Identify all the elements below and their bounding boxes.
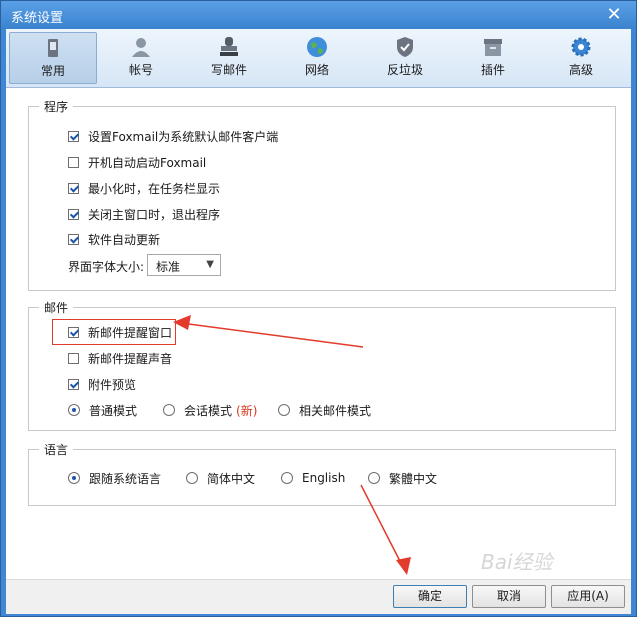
tab-account[interactable]: 帐号 (97, 32, 185, 84)
checkbox[interactable] (68, 352, 79, 364)
settings-content: 程序 设置Foxmail为系统默认邮件客户端 开机自动启动Foxmail 最小化… (6, 88, 631, 579)
option-autostart[interactable]: 开机自动启动Foxmail (68, 153, 206, 171)
radio-english[interactable]: English (281, 469, 345, 487)
option-label: 开机自动启动Foxmail (88, 155, 207, 170)
title-bar: 系统设置 ✕ (1, 1, 636, 29)
apply-button[interactable]: 应用(A) (551, 585, 625, 608)
radio[interactable] (278, 404, 290, 416)
group-title: 程序 (39, 98, 74, 115)
radio[interactable] (163, 404, 175, 416)
radio[interactable] (368, 472, 380, 484)
checkbox[interactable] (68, 130, 79, 142)
settings-window: 系统设置 ✕ 常用 帐号 写邮件 网络 反垃圾 插件 高级 程序 设置Foxma… (0, 0, 637, 617)
option-new-mail-popup[interactable]: 新邮件提醒窗口 (68, 323, 172, 341)
option-attachment-preview[interactable]: 附件预览 (68, 375, 136, 393)
option-label: 普通模式 (89, 403, 138, 418)
option-label: 最小化时，在任务栏显示 (88, 181, 221, 196)
radio-normal-mode[interactable]: 普通模式 (68, 401, 137, 419)
tab-general[interactable]: 常用 (9, 32, 97, 84)
checkbox[interactable] (68, 326, 79, 338)
radio-follow-system[interactable]: 跟随系统语言 (68, 469, 161, 487)
option-label: 新邮件提醒窗口 (88, 325, 173, 340)
option-label: 会话模式 (184, 403, 233, 418)
chevron-down-icon: ▼ (206, 259, 214, 270)
radio[interactable] (68, 404, 80, 416)
option-label: 软件自动更新 (88, 232, 161, 247)
tab-label: 常用 (40, 64, 65, 78)
tab-plugins[interactable]: 插件 (449, 32, 537, 84)
watermark: Bai经验 (481, 550, 553, 574)
tab-label: 插件 (480, 63, 505, 77)
tab-compose[interactable]: 写邮件 (185, 32, 273, 84)
checkbox[interactable] (68, 156, 79, 168)
checkbox[interactable] (68, 233, 79, 245)
group-title: 语言 (39, 441, 74, 458)
tab-label: 高级 (568, 63, 593, 77)
tab-antispam[interactable]: 反垃圾 (361, 32, 449, 84)
radio[interactable] (186, 472, 198, 484)
tab-network[interactable]: 网络 (273, 32, 361, 84)
checkbox[interactable] (68, 208, 79, 220)
option-auto-update[interactable]: 软件自动更新 (68, 230, 160, 248)
option-label: 繁體中文 (389, 471, 438, 486)
radio-related-mode[interactable]: 相关邮件模式 (278, 401, 371, 419)
option-label: 相关邮件模式 (299, 403, 372, 418)
button-bar: 确定 取消 应用(A) (6, 579, 631, 614)
radio[interactable] (281, 472, 293, 484)
option-label: 关闭主窗口时，退出程序 (88, 207, 221, 222)
tab-label: 写邮件 (210, 63, 247, 77)
gear-icon (571, 37, 591, 57)
window-title: 系统设置 (11, 11, 64, 26)
tab-label: 反垃圾 (386, 63, 423, 77)
close-icon[interactable]: ✕ (604, 5, 624, 25)
tab-label: 帐号 (128, 63, 153, 77)
checkbox[interactable] (68, 182, 79, 194)
font-size-value: 标准 (156, 260, 181, 274)
cancel-button[interactable]: 取消 (472, 585, 546, 608)
phone-icon (48, 39, 58, 57)
box-icon (484, 39, 502, 56)
option-new-mail-sound[interactable]: 新邮件提醒声音 (68, 349, 172, 367)
globe-icon (307, 37, 327, 57)
user-icon (132, 38, 150, 57)
shield-icon (397, 37, 413, 57)
checkbox[interactable] (68, 378, 79, 390)
option-label: 设置Foxmail为系统默认邮件客户端 (88, 129, 279, 144)
new-badge: (新) (236, 403, 258, 418)
option-label: English (302, 471, 346, 485)
tab-label: 网络 (304, 63, 329, 77)
radio-conversation-mode[interactable]: 会话模式 (新) (163, 401, 257, 419)
option-close-exit[interactable]: 关闭主窗口时，退出程序 (68, 205, 220, 223)
option-label: 新邮件提醒声音 (88, 351, 173, 366)
radio-simplified-chinese[interactable]: 简体中文 (186, 469, 255, 487)
radio[interactable] (68, 472, 80, 484)
settings-toolbar: 常用 帐号 写邮件 网络 反垃圾 插件 高级 (6, 29, 631, 88)
radio-traditional-chinese[interactable]: 繁體中文 (368, 469, 437, 487)
tab-advanced[interactable]: 高级 (537, 32, 625, 84)
ok-button[interactable]: 确定 (393, 585, 467, 608)
option-default-client[interactable]: 设置Foxmail为系统默认邮件客户端 (68, 127, 278, 145)
font-size-select[interactable]: 标准 ▼ (147, 254, 221, 276)
option-label: 附件预览 (88, 377, 137, 392)
option-minimize-taskbar[interactable]: 最小化时，在任务栏显示 (68, 179, 220, 197)
option-label: 简体中文 (207, 471, 256, 486)
stamp-icon (220, 37, 238, 56)
group-title: 邮件 (39, 299, 74, 316)
font-size-label: 界面字体大小: (68, 259, 145, 274)
option-label: 跟随系统语言 (89, 471, 162, 486)
